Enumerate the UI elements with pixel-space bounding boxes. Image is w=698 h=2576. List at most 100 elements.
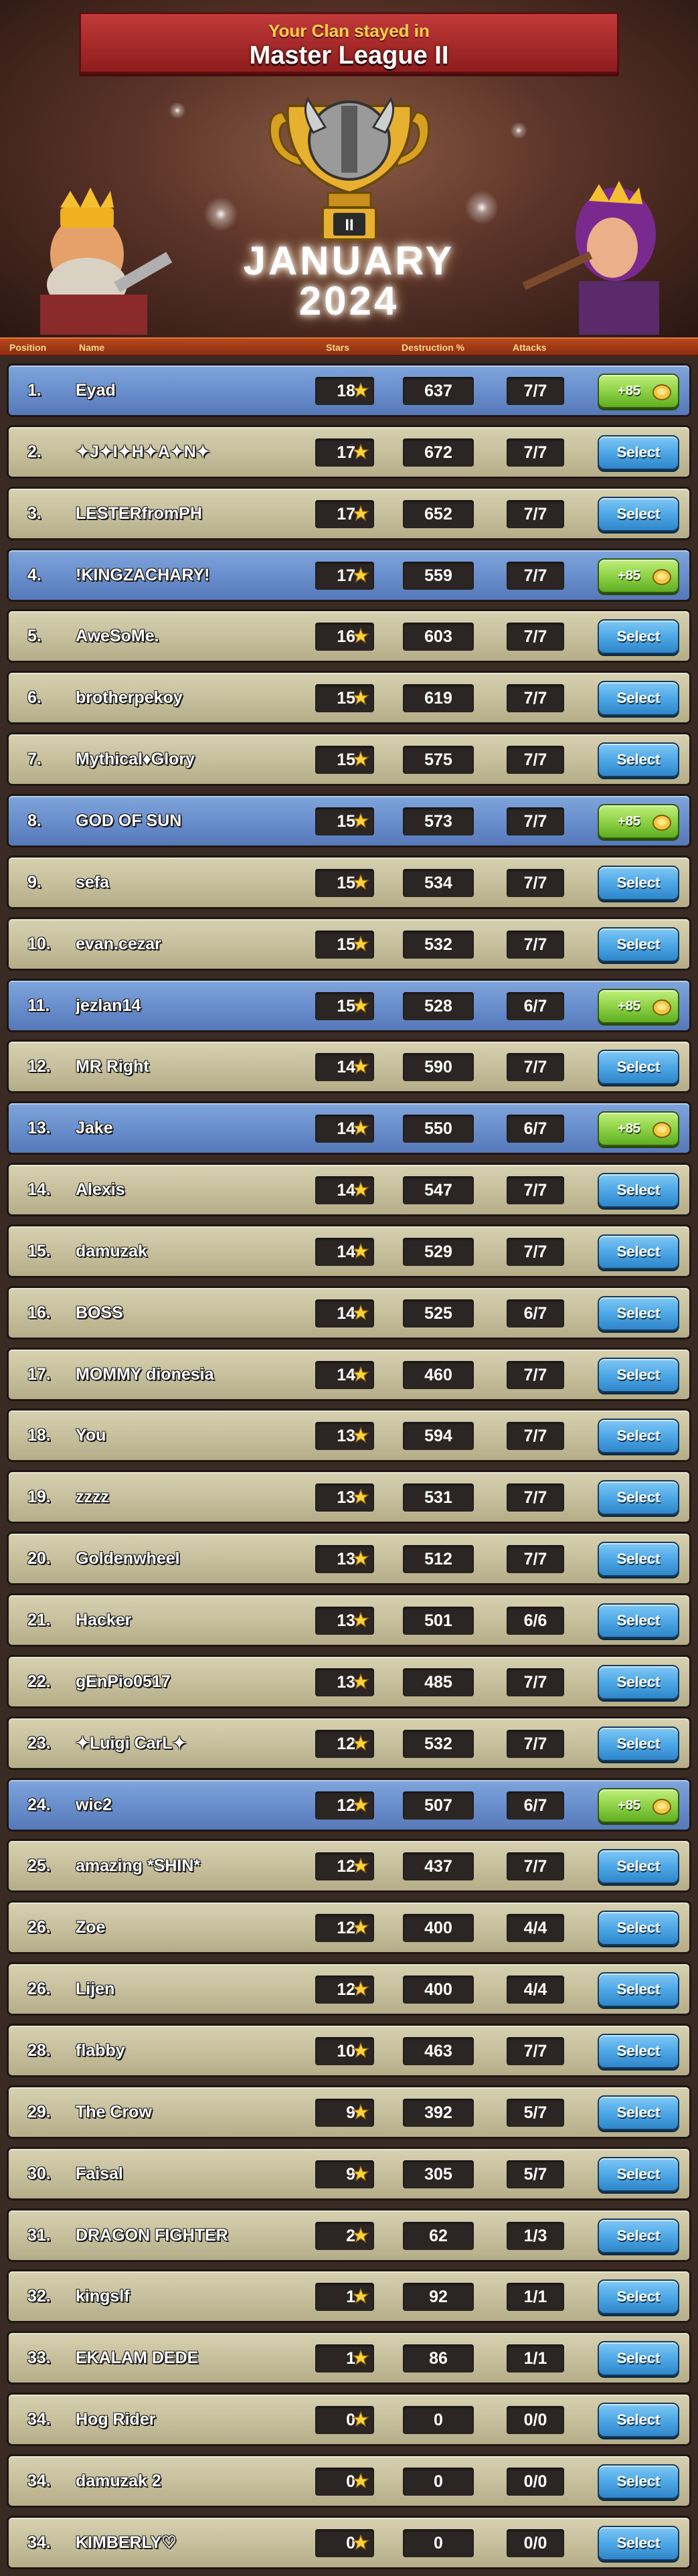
destruction-value: 550 [403,1115,474,1143]
select-button[interactable]: Select [598,681,679,716]
destruction-value: 92 [403,2283,474,2311]
button-label: Select [616,505,661,522]
button-label: Select [616,444,661,461]
select-button[interactable]: Select [598,619,679,654]
select-button[interactable]: Select [598,2464,679,2499]
destruction-value: 463 [403,2037,474,2065]
stars-box: 12 [315,1791,374,1820]
bonus-reward-button[interactable]: +85 [598,1111,679,1146]
attacks-value: 7/7 [507,438,564,467]
destruction-value: 532 [403,1730,474,1758]
select-button[interactable]: Select [598,2403,679,2437]
select-button[interactable]: Select [598,742,679,777]
league-medal-icon [652,569,671,585]
attacks-value: 7/7 [507,623,564,651]
select-button[interactable]: Select [598,1480,679,1515]
button-label: Select [616,2288,661,2305]
select-button[interactable]: Select [598,1173,679,1208]
button-label: Select [616,1366,661,1383]
select-button[interactable]: Select [598,2157,679,2192]
leaderboard-row: 18. You 13 594 7/7 Select [7,1408,691,1462]
star-icon [353,751,369,767]
select-button[interactable]: Select [598,1542,679,1577]
leaderboard-row: 32. kingslf 1 92 1/1 Select [7,2269,691,2323]
select-button[interactable]: Select [598,1665,679,1700]
select-button[interactable]: Select [598,435,679,470]
stars-box: 17 [315,438,374,467]
stars-box: 13 [315,1607,374,1635]
sparkle [462,187,502,228]
player-name: damuzak 2 [76,2472,161,2490]
select-button[interactable]: Select [598,2219,679,2253]
button-label: Select [616,1981,661,1998]
leaderboard-row: 4. !KINGZACHARY! 17 559 7/7 +85 [7,548,691,602]
attacks-value: 0/0 [507,2406,564,2434]
player-name: evan.cezar [76,935,161,953]
select-button[interactable]: Select [598,866,679,900]
bonus-reward-button[interactable]: +85 [598,374,679,408]
player-name: GOD OF SUN [76,811,182,830]
leaderboard-row: 8. GOD OF SUN 15 573 7/7 +85 [7,794,691,848]
stars-box: 1 [315,2344,374,2372]
bonus-reward-button[interactable]: +85 [598,804,679,839]
destruction-value: 400 [403,1914,474,1942]
attacks-value: 7/7 [507,869,564,897]
button-label: Select [616,1427,661,1444]
column-destruction: Destruction % [402,342,465,353]
stars-box: 2 [315,2222,374,2250]
select-button[interactable]: Select [598,2279,679,2314]
row-position: 11. [27,996,50,1015]
button-label: Select [616,690,661,706]
button-label: +85 [618,1121,640,1136]
select-button[interactable]: Select [598,2341,679,2376]
attacks-value: 7/7 [507,1422,564,1450]
select-button[interactable]: Select [598,2034,679,2069]
player-name: flabby [76,2041,125,2060]
player-name: Eyad [76,381,116,400]
star-icon [353,2288,369,2304]
attacks-value: 1/3 [507,2222,564,2250]
select-button[interactable]: Select [598,1050,679,1084]
league-trophy-icon: II [268,96,430,241]
select-button[interactable]: Select [598,2095,679,2130]
attacks-value: 1/1 [507,2344,564,2372]
select-button[interactable]: Select [598,1726,679,1761]
bonus-reward-button[interactable]: +85 [598,1788,679,1823]
button-label: Select [616,1612,661,1629]
select-button[interactable]: Select [598,1234,679,1269]
sparkle [509,120,529,141]
stars-box: 17 [315,500,374,528]
stars-box: 18 [315,377,374,405]
select-button[interactable]: Select [598,1911,679,1945]
attacks-value: 6/6 [507,1607,564,1635]
player-name: !KINGZACHARY! [76,566,210,584]
bonus-reward-button[interactable]: +85 [598,558,679,593]
star-icon [353,505,369,521]
select-button[interactable]: Select [598,1358,679,1392]
leaderboard-row: 11. jezlan14 15 528 6/7 +85 [7,979,691,1032]
select-button[interactable]: Select [598,497,679,532]
destruction-value: 532 [403,931,474,959]
trophy-level: II [345,216,353,234]
attacks-value: 7/7 [507,931,564,959]
destruction-value: 528 [403,992,474,1020]
select-button[interactable]: Select [598,1972,679,2007]
button-label: Select [616,2350,661,2366]
select-button[interactable]: Select [598,1849,679,1884]
bonus-reward-button[interactable]: +85 [598,989,679,1024]
row-position: 26. [27,1980,51,1998]
select-button[interactable]: Select [598,1296,679,1331]
league-medal-icon [652,999,671,1016]
star-icon [353,1919,369,1935]
select-button[interactable]: Select [598,1603,679,1638]
button-label: Select [616,1858,661,1874]
button-label: +85 [618,568,640,583]
leaderboard-row: 22. gEnPio0517 13 485 7/7 Select [7,1655,691,1708]
stars-box: 15 [315,684,374,712]
leaderboard-row: 2. ✦J✦I✦H✦A✦N✦ 17 672 7/7 Select [7,425,691,479]
select-button[interactable]: Select [598,1419,679,1453]
select-button[interactable]: Select [598,927,679,962]
leaderboard-row: 6. brotherpekoy 15 619 7/7 Select [7,671,691,724]
attacks-value: 7/7 [507,1361,564,1389]
select-button[interactable]: Select [598,2526,679,2561]
